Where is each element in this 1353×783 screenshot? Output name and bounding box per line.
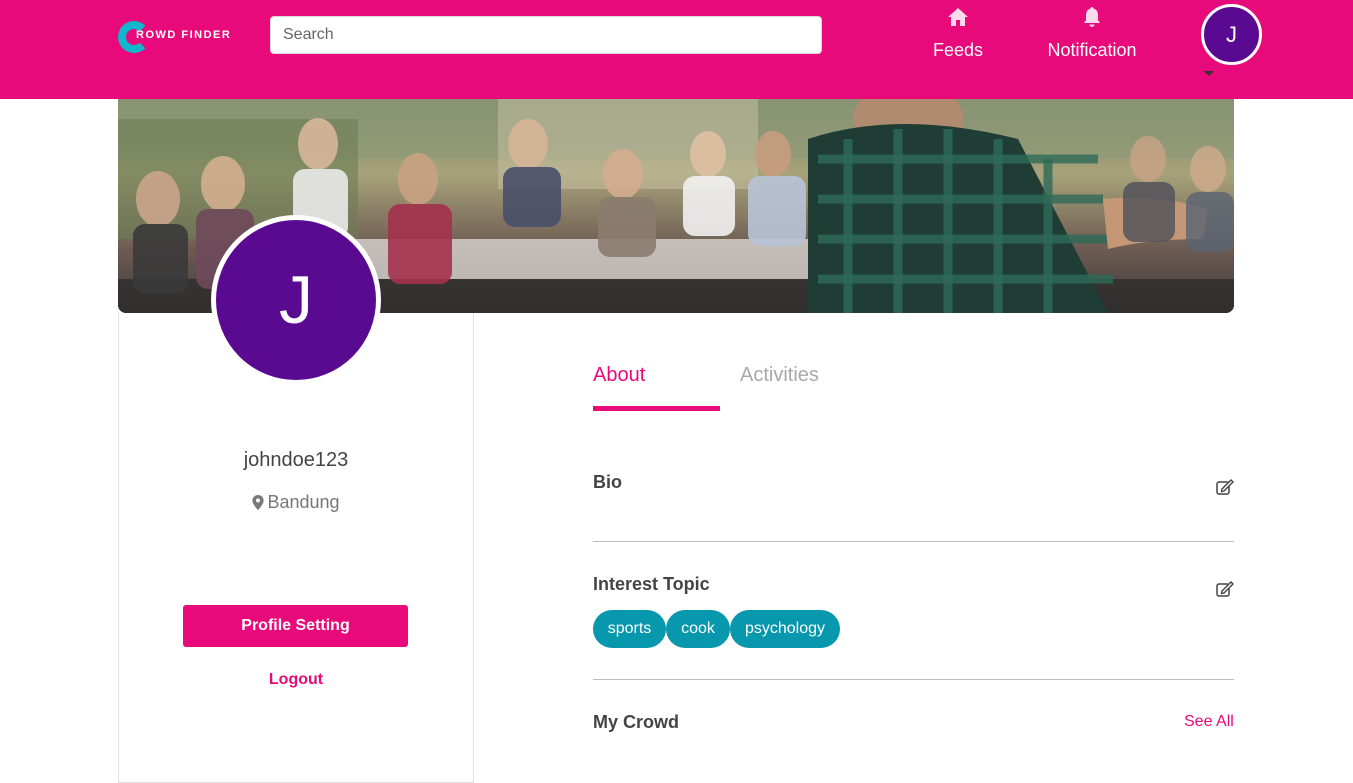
see-all-link[interactable]: See All xyxy=(1184,713,1234,731)
interest-tag[interactable]: cook xyxy=(666,610,730,648)
feeds-label: Feeds xyxy=(932,40,984,60)
active-tab-indicator xyxy=(593,406,720,411)
location: Bandung xyxy=(118,492,474,513)
nav-feeds[interactable]: Feeds xyxy=(922,4,994,61)
logout-link[interactable]: Logout xyxy=(118,671,474,689)
username: johndoe123 xyxy=(243,449,349,471)
user-avatar-menu[interactable]: J xyxy=(1201,4,1262,65)
profile-avatar: J xyxy=(211,215,381,385)
crowdfinder-logo[interactable]: ROWD FINDER xyxy=(118,18,240,56)
search-input[interactable] xyxy=(270,16,822,54)
tab-about[interactable]: About xyxy=(593,364,645,387)
nav-notification[interactable]: Notification xyxy=(1040,4,1144,61)
logo-text: ROWD FINDER xyxy=(136,29,232,41)
section-divider xyxy=(593,679,1234,680)
home-icon xyxy=(948,8,968,26)
top-navbar: ROWD FINDER Feeds Notification J xyxy=(0,0,1353,99)
bio-title: Bio xyxy=(593,472,622,492)
bell-icon xyxy=(1084,7,1100,27)
profile-setting-button[interactable]: Profile Setting xyxy=(183,605,408,647)
avatar-initial: J xyxy=(1226,21,1237,47)
section-divider xyxy=(593,541,1234,542)
interest-topic-title: Interest Topic xyxy=(593,574,710,594)
location-pin-icon xyxy=(252,495,265,510)
chevron-down-icon[interactable] xyxy=(1204,71,1214,76)
profile-avatar-initial: J xyxy=(279,262,313,338)
my-crowd-title: My Crowd xyxy=(593,712,680,732)
interest-tag[interactable]: psychology xyxy=(730,610,840,648)
notification-label: Notification xyxy=(1047,40,1137,60)
tab-activities[interactable]: Activities xyxy=(740,364,819,387)
edit-interest-icon[interactable] xyxy=(1216,581,1234,597)
interest-tag[interactable]: sports xyxy=(593,610,666,648)
edit-bio-icon[interactable] xyxy=(1216,479,1234,495)
location-text: Bandung xyxy=(267,492,340,512)
